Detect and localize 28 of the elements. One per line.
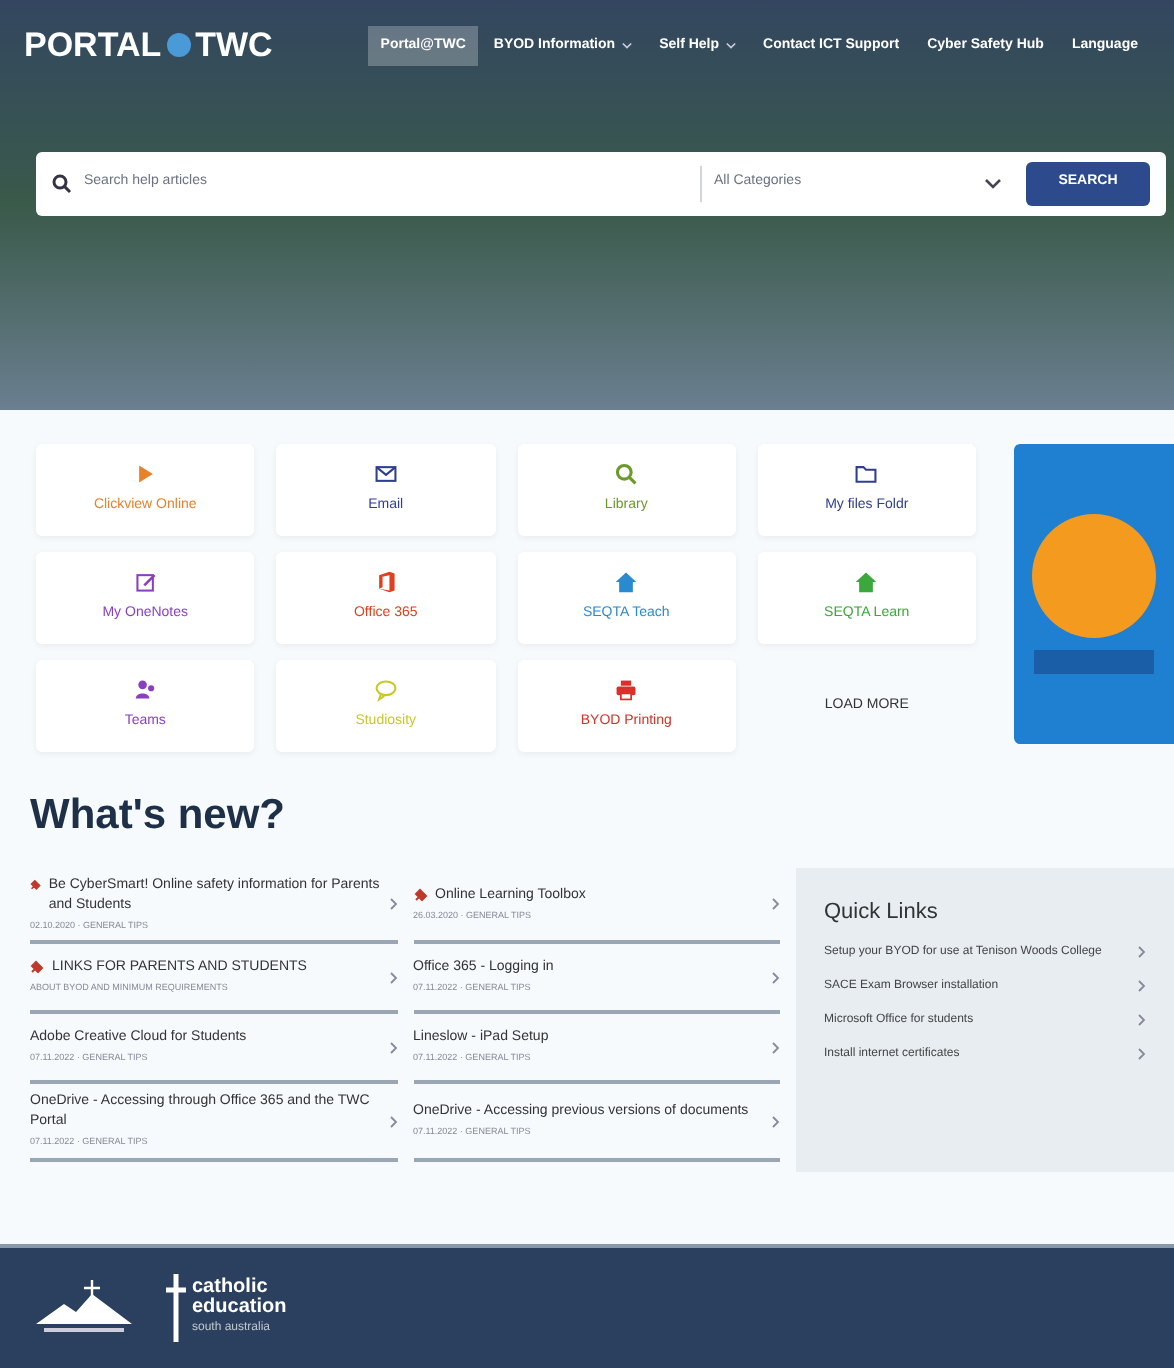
chevron-right-icon: [1138, 1048, 1146, 1060]
pin-icon: [30, 875, 43, 891]
chevron-right-icon: [1138, 1014, 1146, 1026]
search-icon: [52, 173, 72, 193]
section-heading: What's new?: [30, 790, 287, 842]
chevron-right-icon: [389, 897, 397, 910]
pin-icon: [30, 958, 46, 975]
chevron-down-icon: [984, 177, 1002, 189]
panel-title: Quick Links: [824, 897, 940, 927]
chevron-right-icon: [1138, 946, 1146, 958]
chevron-right-icon: [772, 971, 780, 984]
logo-text: TWC: [195, 24, 273, 68]
chevron-right-icon: [772, 1115, 780, 1128]
chevron-right-icon: [772, 1041, 780, 1054]
logo-text: PORTAL: [24, 24, 162, 68]
chevron-right-icon: [389, 971, 397, 984]
pin-icon: [413, 885, 429, 901]
caret-down-icon: [725, 41, 736, 50]
logo-text: education: [192, 1298, 287, 1318]
cross-logo-icon: [164, 1274, 188, 1342]
caret-down-icon: [621, 41, 632, 50]
mountain-logo-icon: [32, 1280, 136, 1336]
chevron-right-icon: [772, 897, 780, 910]
globe-icon: [165, 32, 192, 59]
logo-text: catholic: [192, 1278, 268, 1298]
chevron-right-icon: [1138, 980, 1146, 992]
chevron-right-icon: [389, 1041, 397, 1054]
chevron-right-icon: [389, 1115, 397, 1128]
